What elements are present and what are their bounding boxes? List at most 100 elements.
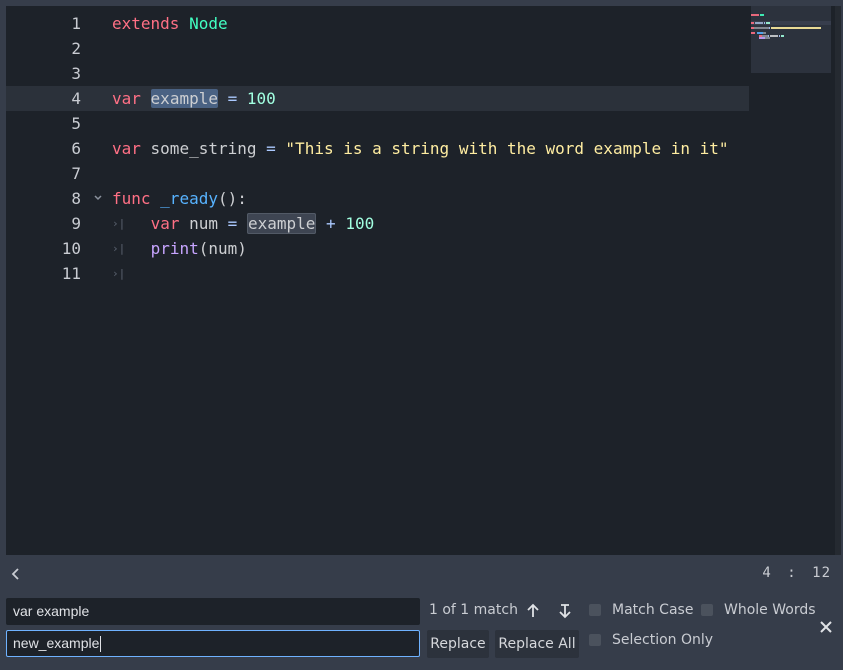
code-token: + [326, 214, 336, 233]
code-line[interactable]: 10 ›| print(num) [6, 236, 749, 261]
code-line[interactable]: 9 ›| var num = example + 100 [6, 211, 749, 236]
line-number: 3 [71, 64, 81, 83]
previous-match-icon[interactable] [525, 602, 541, 620]
code-text: func _ready(): [112, 186, 247, 211]
selection-only-checkbox[interactable]: Selection Only [589, 632, 713, 648]
code-token: = [227, 89, 238, 108]
match-count: 1 of 1 match [429, 602, 518, 618]
code-line[interactable]: 8 func _ready(): [6, 186, 749, 211]
code-token: extends [112, 14, 180, 33]
line-number: 2 [71, 39, 81, 58]
code-text: var num = example + 100 [151, 211, 375, 236]
minimap-token [759, 14, 765, 16]
code-line[interactable]: 4 var example = 100 [6, 86, 749, 111]
cursor-column: 12 [812, 565, 831, 581]
code-text: print(num) [151, 236, 247, 261]
code-token: num [179, 214, 228, 233]
code-token: var [112, 139, 141, 158]
line-number: 7 [71, 164, 81, 183]
minimap[interactable] [751, 6, 831, 73]
code-token: some_string [140, 139, 267, 158]
whole-words-checkbox[interactable]: Whole Words [701, 602, 816, 618]
line-number: 1 [71, 14, 81, 33]
code-token: = [266, 139, 276, 158]
line-number: 4 [71, 89, 81, 108]
minimap-token [781, 34, 785, 37]
whole-words-label: Whole Words [724, 602, 816, 618]
code-text: var example = 100 [112, 86, 276, 111]
find-input[interactable]: var example [6, 598, 420, 625]
line-number: 9 [71, 214, 81, 233]
minimap-token [751, 21, 755, 24]
code-line[interactable]: 3 [6, 61, 749, 86]
tab-indicator-icon: ›| [112, 242, 126, 255]
minimap-token [770, 27, 822, 29]
code-token: (): [217, 189, 247, 208]
code-token: 100 [345, 214, 375, 233]
replace-input-value: new_example [13, 635, 100, 651]
selection-only-box[interactable] [589, 634, 601, 646]
cursor-line: 4 [762, 565, 772, 581]
minimap-token [754, 27, 769, 29]
minimap-token [764, 21, 766, 24]
code-token: "This is a string with the word example … [285, 139, 729, 158]
match-case-box[interactable] [589, 604, 601, 616]
selected-text: example [150, 89, 218, 108]
find-input-value: var example [13, 603, 90, 619]
minimap-token [768, 27, 770, 29]
code-token: print [150, 239, 199, 258]
status-bar: 4 : 12 [6, 563, 835, 587]
code-line[interactable]: 5 [6, 111, 749, 136]
whole-words-box[interactable] [701, 604, 713, 616]
line-number: 11 [61, 264, 81, 283]
fold-arrow-icon[interactable] [94, 194, 102, 202]
code-text: var some_string = "This is a string with… [112, 136, 729, 161]
code-line[interactable]: 6 var some_string = "This is a string wit… [6, 136, 749, 161]
highlighted-occurrence: example [246, 213, 317, 234]
tab-indicator-icon: ›| [112, 217, 126, 230]
code-token: Node [189, 14, 228, 33]
minimap-token [770, 34, 778, 37]
code-token: func [112, 189, 151, 208]
minimap-token [751, 32, 756, 35]
code-token: _ready [160, 189, 218, 208]
code-line[interactable]: 7 [6, 161, 749, 186]
code-line[interactable]: 11 ›| [6, 261, 749, 286]
code-line[interactable]: 2 [6, 36, 749, 61]
code-line[interactable]: 1 extends Node [6, 11, 749, 36]
line-number: 10 [61, 239, 81, 258]
replace-all-button[interactable]: Replace All [495, 630, 579, 658]
next-match-icon[interactable] [557, 602, 573, 620]
line-number: 5 [71, 114, 81, 133]
editor-scrollbar[interactable] [835, 6, 841, 555]
code-text: extends Node [112, 11, 228, 36]
line-number: 6 [71, 139, 81, 158]
code-token: var [112, 89, 141, 108]
minimap-token [778, 34, 780, 37]
match-case-checkbox[interactable]: Match Case [589, 602, 693, 618]
replace-button[interactable]: Replace [427, 630, 489, 658]
tab-indicator-icon: ›| [112, 267, 126, 280]
match-case-label: Match Case [612, 602, 694, 618]
code-token: 100 [246, 89, 276, 108]
chevron-left-icon[interactable] [10, 566, 22, 582]
text-caret [100, 636, 102, 653]
close-icon[interactable] [819, 620, 833, 634]
code-editor[interactable]: 1 extends Node 2 3 4 var example = 100 5 6 var s… [6, 6, 841, 555]
minimap-token [764, 37, 770, 40]
minimap-token [766, 21, 770, 24]
cursor-position: 4 : 12 [762, 565, 831, 581]
cursor-separator: : [787, 565, 797, 581]
minimap-token [755, 21, 764, 24]
replace-input[interactable]: new_example [6, 630, 420, 657]
line-number: 8 [71, 189, 81, 208]
